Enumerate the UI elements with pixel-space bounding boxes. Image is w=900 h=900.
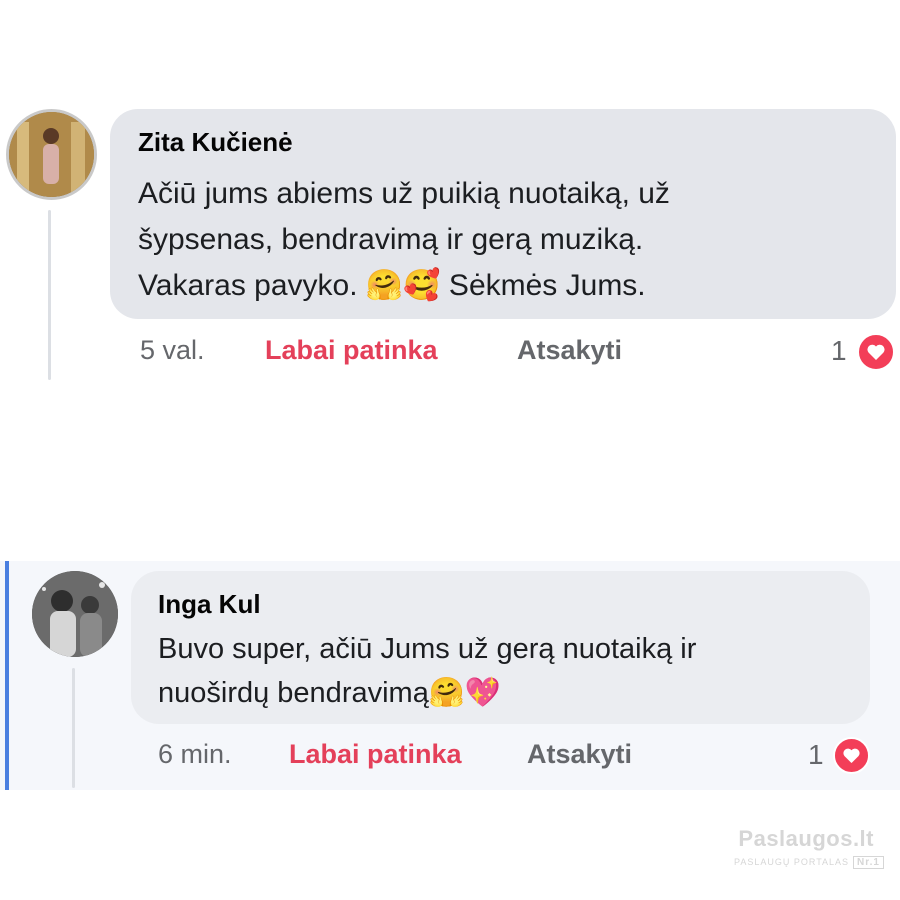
highlight-bar: [5, 561, 9, 790]
comment-author[interactable]: Zita Kučienė: [138, 127, 293, 158]
watermark-main: Paslaugos.lt: [738, 826, 874, 851]
like-button[interactable]: Labai patinka: [265, 335, 438, 366]
avatar-photo-icon: [9, 112, 94, 197]
comment-text-line: Vakaras pavyko. 🤗🥰 Sėkmės Jums.: [138, 269, 646, 302]
watermark-badge: Nr.1: [853, 856, 884, 869]
heart-shape-icon: [843, 748, 860, 764]
comment-text: Buvo super, ačiū Jums už gerą nuotaiką i…: [158, 627, 696, 715]
comment-text-line: šypsenas, bendravimą ir gerą muziką.: [138, 223, 644, 256]
heart-shape-icon: [867, 344, 885, 360]
reaction-count[interactable]: 1: [831, 335, 847, 367]
like-button[interactable]: Labai patinka: [289, 739, 462, 770]
avatar-photo-icon: [32, 571, 118, 657]
comment-author[interactable]: Inga Kul: [158, 589, 261, 620]
comment-text-line: Ačiū jums abiems už puikią nuotaiką, už: [138, 177, 670, 210]
comment-text: Ačiū jums abiems už puikią nuotaiką, už …: [138, 171, 670, 309]
thread-line: [72, 668, 75, 788]
comment-time[interactable]: 5 val.: [140, 335, 205, 366]
reply-button[interactable]: Atsakyti: [517, 335, 622, 366]
watermark-sub: PASLAUGŲ PORTALAS Nr.1: [734, 856, 884, 869]
comment-text-line: Buvo super, ačiū Jums už gerą nuotaiką i…: [158, 633, 697, 665]
heart-icon[interactable]: [833, 737, 870, 774]
reaction-count[interactable]: 1: [808, 739, 824, 771]
comment-bubble: Zita Kučienė Ačiū jums abiems už puikią …: [110, 109, 896, 319]
avatar[interactable]: [6, 109, 97, 200]
avatar[interactable]: [32, 571, 118, 657]
reply-button[interactable]: Atsakyti: [527, 739, 632, 770]
comment-time[interactable]: 6 min.: [158, 739, 232, 770]
heart-icon[interactable]: [857, 333, 895, 371]
watermark-logo: Paslaugos.lt PASLAUGŲ PORTALAS Nr.1: [734, 826, 884, 878]
comment-text-line: nuoširdų bendravimą🤗💖: [158, 677, 502, 709]
watermark-sub-text: PASLAUGŲ PORTALAS: [734, 857, 850, 867]
thread-line: [48, 210, 51, 380]
comment-bubble: Inga Kul Buvo super, ačiū Jums už gerą n…: [131, 571, 870, 724]
